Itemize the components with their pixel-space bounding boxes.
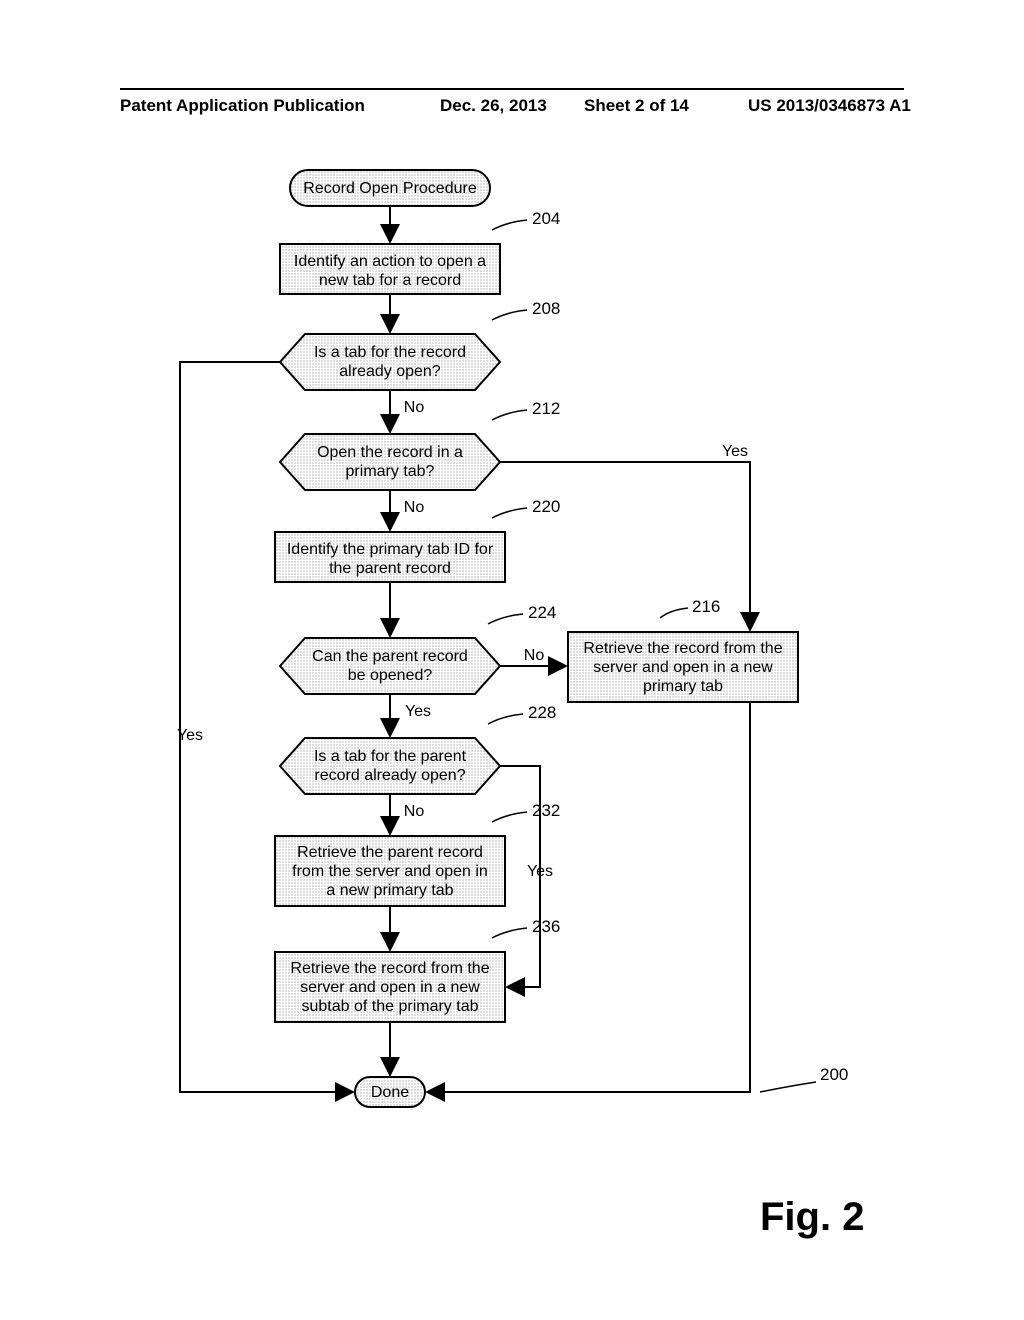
svg-text:already open?: already open?: [339, 363, 441, 380]
node-236-retrieve-record-subtab: Retrieve the record from the server and …: [275, 952, 505, 1022]
node-done: Done: [355, 1077, 425, 1107]
svg-text:No: No: [404, 803, 425, 820]
svg-text:Yes: Yes: [177, 727, 203, 744]
svg-text:subtab of the primary tab: subtab of the primary tab: [302, 998, 479, 1015]
svg-text:Identify an action to open a: Identify an action to open a: [294, 253, 486, 270]
svg-text:Yes: Yes: [722, 443, 748, 460]
node-204-identify-action: Identify an action to open a new tab for…: [280, 244, 500, 294]
svg-text:224: 224: [528, 603, 556, 622]
svg-text:server and open in a new: server and open in a new: [593, 659, 773, 676]
node-228-parent-tab-open: Is a tab for the parent record already o…: [280, 738, 500, 794]
svg-text:236: 236: [532, 917, 560, 936]
svg-text:216: 216: [692, 597, 720, 616]
header-sheet: Sheet 2 of 14: [584, 96, 689, 116]
page: Patent Application Publication Dec. 26, …: [0, 0, 1024, 1320]
header-pubnum: US 2013/0346873 A1: [748, 96, 911, 116]
svg-text:Retrieve the record from the: Retrieve the record from the: [583, 640, 782, 657]
svg-text:204: 204: [532, 209, 560, 228]
svg-text:primary tab: primary tab: [643, 678, 723, 695]
node-216-retrieve-record-primary: Retrieve the record from the server and …: [568, 632, 798, 702]
svg-text:220: 220: [532, 497, 560, 516]
svg-text:primary tab?: primary tab?: [346, 463, 435, 480]
svg-text:from the server and open in: from the server and open in: [292, 863, 488, 880]
svg-text:228: 228: [528, 703, 556, 722]
svg-text:No: No: [404, 499, 425, 516]
header-rule: [120, 88, 904, 90]
svg-text:No: No: [524, 647, 545, 664]
svg-text:212: 212: [532, 399, 560, 418]
svg-text:server and open in a new: server and open in a new: [300, 979, 480, 996]
header-left: Patent Application Publication: [120, 96, 365, 116]
svg-text:200: 200: [820, 1065, 848, 1084]
svg-text:new tab for a record: new tab for a record: [319, 272, 461, 289]
svg-text:Is a tab for the record: Is a tab for the record: [314, 344, 466, 361]
node-232-retrieve-parent: Retrieve the parent record from the serv…: [275, 836, 505, 906]
svg-text:No: No: [404, 399, 425, 416]
node-224-can-parent-open: Can the parent record be opened?: [280, 638, 500, 694]
svg-text:232: 232: [532, 801, 560, 820]
svg-text:Can the parent record: Can the parent record: [312, 648, 468, 665]
figure-label: Fig. 2: [760, 1195, 864, 1240]
svg-text:a new primary tab: a new primary tab: [326, 882, 453, 899]
svg-text:record already open?: record already open?: [314, 767, 465, 784]
svg-text:Record Open Procedure: Record Open Procedure: [303, 180, 477, 197]
svg-text:Identify the primary tab ID fo: Identify the primary tab ID for: [287, 541, 494, 558]
node-220-identify-primary-tab-id: Identify the primary tab ID for the pare…: [275, 532, 505, 582]
svg-text:be opened?: be opened?: [348, 667, 433, 684]
svg-text:Is a tab for the parent: Is a tab for the parent: [314, 748, 467, 765]
svg-text:Yes: Yes: [527, 863, 553, 880]
node-start: Record Open Procedure: [290, 170, 490, 206]
svg-text:Open the record in a: Open the record in a: [317, 444, 463, 461]
svg-text:Yes: Yes: [405, 703, 431, 720]
svg-text:the parent record: the parent record: [329, 560, 451, 577]
flowchart: Record Open Procedure Identify an action…: [120, 150, 904, 1270]
svg-text:Retrieve the record from the: Retrieve the record from the: [290, 960, 489, 977]
svg-text:208: 208: [532, 299, 560, 318]
svg-text:Done: Done: [371, 1084, 409, 1101]
header-date: Dec. 26, 2013: [440, 96, 547, 116]
node-212-open-in-primary: Open the record in a primary tab?: [280, 434, 500, 490]
node-208-tab-already-open: Is a tab for the record already open?: [280, 334, 500, 390]
svg-text:Retrieve the parent record: Retrieve the parent record: [297, 844, 483, 861]
